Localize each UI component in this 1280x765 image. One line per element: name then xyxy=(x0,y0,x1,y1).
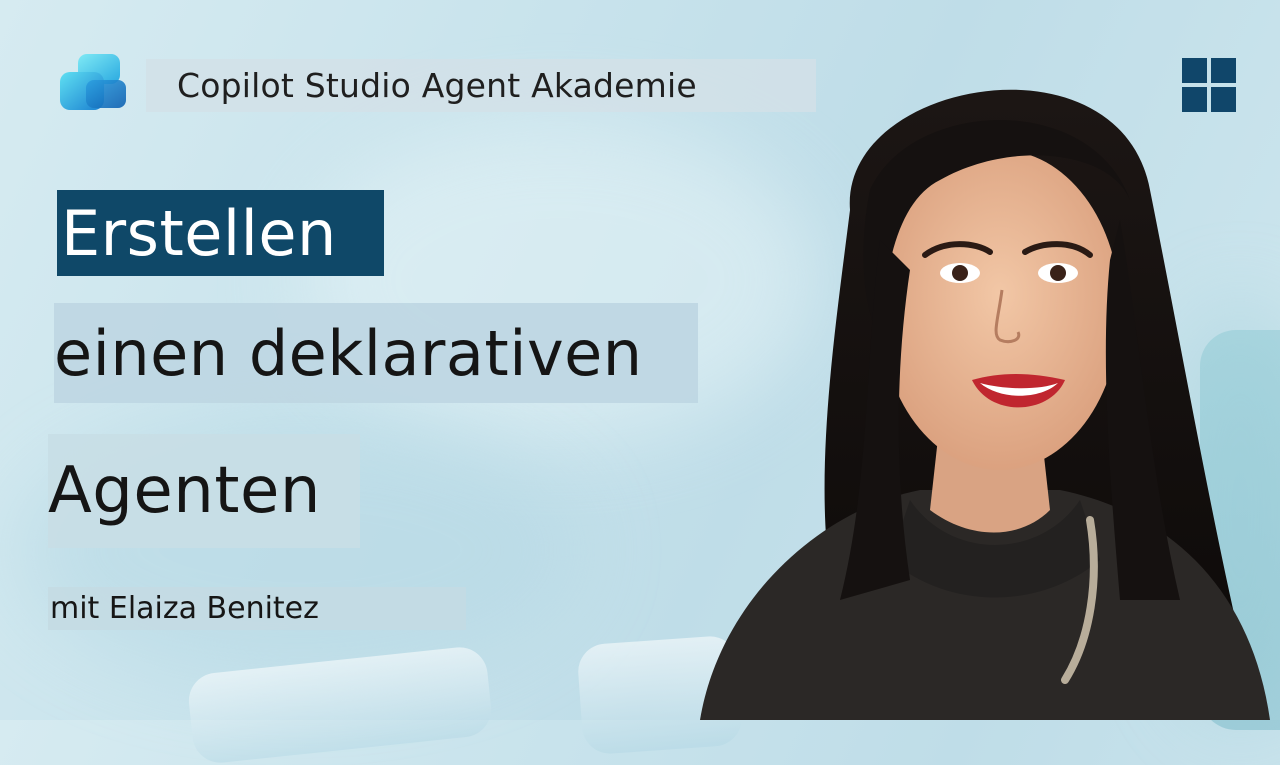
copilot-studio-logo-icon xyxy=(56,50,132,116)
presenter-byline: mit Elaiza Benitez xyxy=(48,587,466,630)
brand-title: Copilot Studio Agent Akademie xyxy=(177,66,697,105)
presenter-photo xyxy=(680,40,1280,720)
headline-line-1: Erstellen xyxy=(57,190,384,276)
headline-line-2: einen deklarativen xyxy=(54,303,698,403)
headline-text: Agenten xyxy=(48,454,321,528)
headline-text: Erstellen xyxy=(61,196,337,270)
headline-line-3: Agenten xyxy=(48,434,360,548)
headline-text: einen deklarativen xyxy=(54,316,643,390)
byline-text: mit Elaiza Benitez xyxy=(50,591,319,626)
